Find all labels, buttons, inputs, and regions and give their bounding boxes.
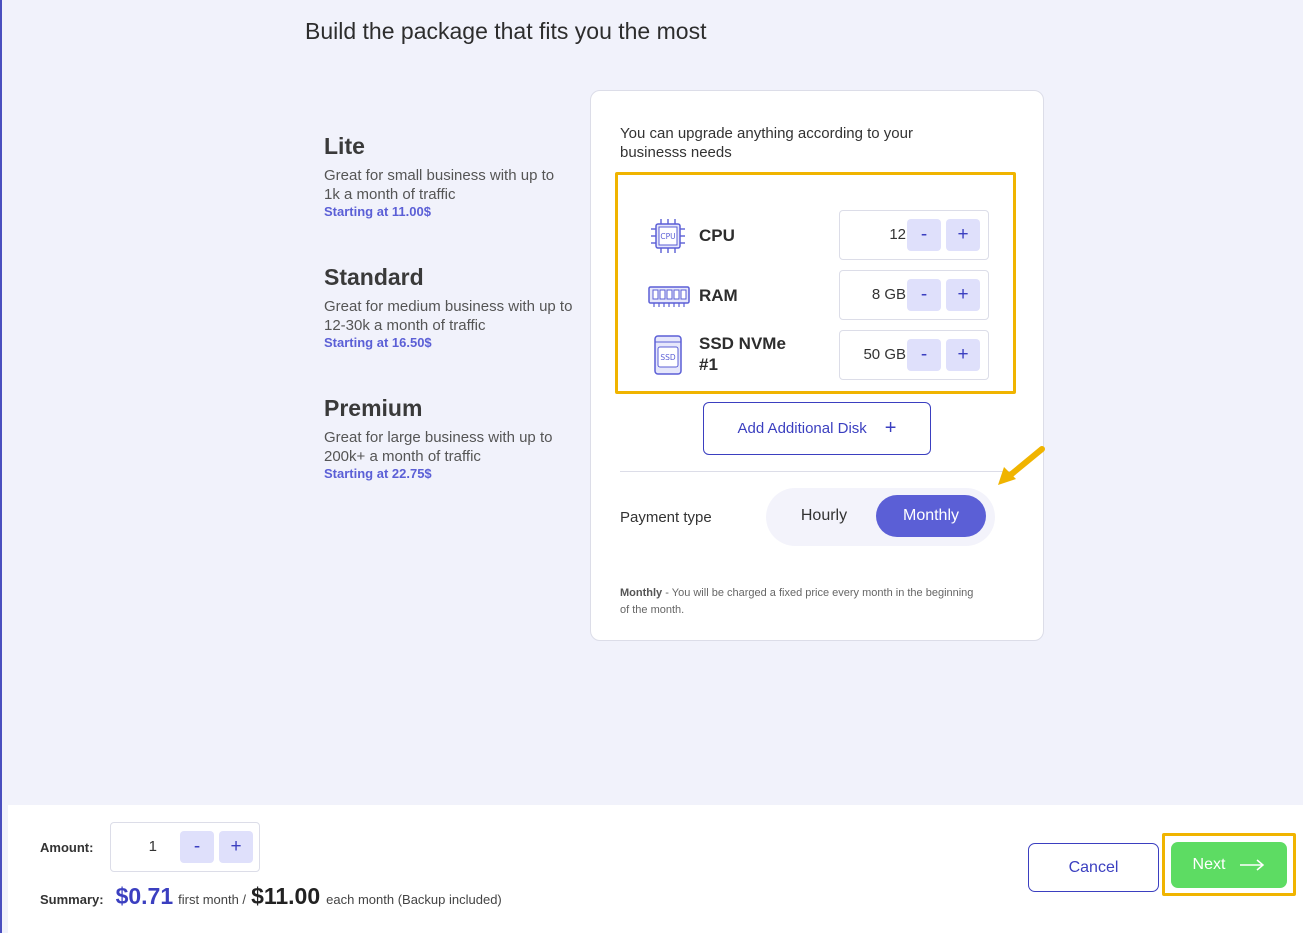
config-intro: You can upgrade anything according to yo… — [620, 125, 913, 161]
plan-standard[interactable]: Standard Great for medium business with … — [324, 264, 574, 350]
annotation-arrow-icon — [998, 446, 1045, 485]
footer-bar: Amount: 1 - + Summary: $0.71 first month… — [8, 805, 1303, 933]
cancel-button[interactable]: Cancel — [1028, 843, 1159, 892]
payment-type-label: Payment type — [620, 509, 712, 526]
stepper-value: 1 — [148, 838, 157, 855]
plan-description: Great for large business with up to 200k… — [324, 429, 553, 465]
price-summary: Summary: $0.71 first month / $11.00 each… — [40, 883, 502, 910]
arrow-right-icon — [1240, 859, 1265, 871]
plan-price: Starting at 22.75$ — [324, 466, 432, 481]
payment-option-hourly[interactable]: Hourly — [768, 495, 880, 537]
amount-label: Amount: — [40, 840, 94, 855]
payment-note-title: Monthly — [620, 587, 663, 599]
next-button[interactable]: Next — [1171, 842, 1287, 888]
next-label: Next — [1192, 856, 1226, 873]
stepper-value: 50 GB — [863, 346, 906, 363]
ssd-icon: SSD — [648, 334, 688, 375]
config-card: You can upgrade anything according to yo… — [590, 90, 1045, 641]
increment-button[interactable]: + — [946, 219, 980, 251]
increment-button[interactable]: + — [946, 339, 980, 371]
payment-note-text: - You will be charged a fixed price ever… — [620, 587, 974, 616]
monthly-text: each month (Backup included) — [326, 892, 502, 907]
plan-premium[interactable]: Premium Great for large business with up… — [324, 395, 574, 481]
cpu-stepper[interactable]: 12 - + — [839, 210, 989, 260]
first-month-text: first month / — [178, 892, 247, 907]
plan-lite[interactable]: Lite Great for small business with up to… — [324, 133, 574, 219]
payment-note: Monthly - You will be charged a fixed pr… — [620, 585, 980, 619]
amount-stepper[interactable]: 1 - + — [110, 822, 260, 872]
decrement-button[interactable]: - — [907, 339, 941, 371]
increment-button[interactable]: + — [946, 279, 980, 311]
left-edge-line — [0, 0, 2, 933]
increment-button[interactable]: + — [219, 831, 253, 863]
decrement-button[interactable]: - — [180, 831, 214, 863]
plan-price: Starting at 11.00$ — [324, 204, 431, 219]
resource-label: SSD NVMe #1 — [699, 334, 786, 374]
stepper-value: 8 GB — [871, 286, 906, 303]
cpu-icon: CPU — [648, 216, 688, 256]
plan-name: Lite — [324, 133, 365, 159]
payment-option-monthly[interactable]: Monthly — [876, 495, 986, 537]
decrement-button[interactable]: - — [907, 279, 941, 311]
plan-price: Starting at 16.50$ — [324, 335, 432, 350]
cpu-icon-text: CPU — [660, 232, 675, 241]
plan-description: Great for medium business with up to 12-… — [324, 298, 573, 334]
plan-description: Great for small business with up to 1k a… — [324, 167, 555, 203]
resource-row-ram: RAM 8 GB - + — [648, 270, 989, 320]
plan-name: Standard — [324, 264, 424, 290]
resource-row-ssd: SSD SSD NVMe #1 50 GB - + — [648, 330, 989, 380]
divider — [620, 471, 1016, 472]
decrement-button[interactable]: - — [907, 219, 941, 251]
plus-icon: + — [884, 417, 897, 439]
ssd-icon-text: SSD — [660, 353, 676, 362]
resources-highlight-box: CPU CPU 12 - + RAM 8 GB - + SSD SSD NVMe… — [615, 172, 1016, 394]
resource-label: CPU — [699, 226, 735, 245]
resource-row-cpu: CPU CPU 12 - + — [648, 210, 989, 260]
add-additional-disk-button[interactable]: Add Additional Disk + — [703, 402, 931, 455]
add-disk-label: Add Additional Disk — [737, 420, 867, 437]
plan-name: Premium — [324, 395, 423, 421]
payment-type-toggle: Hourly Monthly — [766, 488, 995, 546]
ram-stepper[interactable]: 8 GB - + — [839, 270, 989, 320]
ram-icon — [648, 276, 690, 316]
stepper-value: 12 — [889, 226, 906, 243]
resource-label: RAM — [699, 286, 738, 305]
ssd-stepper[interactable]: 50 GB - + — [839, 330, 989, 380]
summary-label: Summary: — [40, 892, 104, 907]
monthly-price: $11.00 — [251, 883, 321, 909]
first-month-price: $0.71 — [115, 883, 174, 909]
next-highlight-box: Next — [1162, 833, 1296, 896]
page-title: Build the package that fits you the most — [305, 18, 707, 44]
